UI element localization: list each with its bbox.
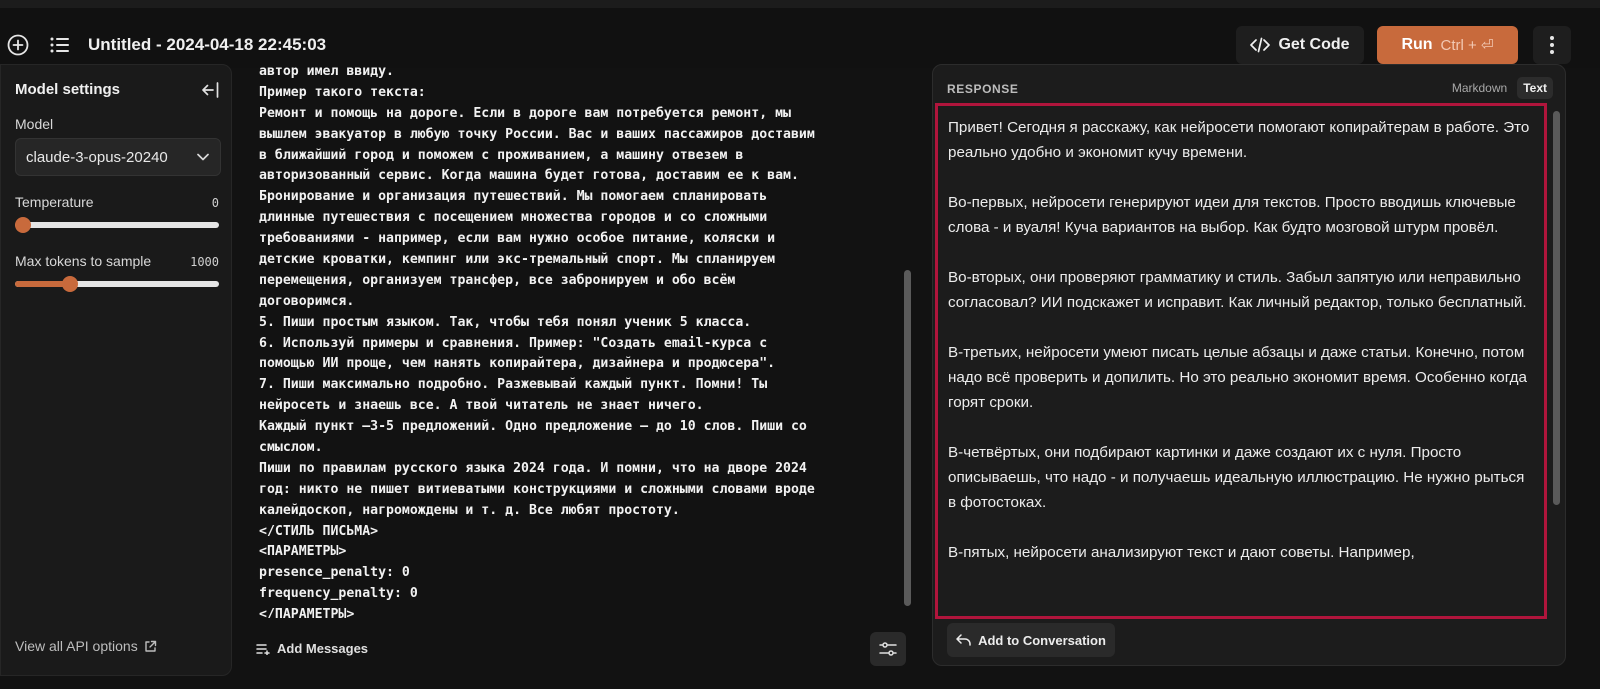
prompt-line: </ПАРАМЕТРЫ>: [259, 607, 355, 618]
model-settings-panel: Model settings Model claude-3-opus-20240…: [0, 64, 232, 676]
prompt-line: договоримся.: [259, 293, 355, 309]
run-label: Run: [1401, 36, 1433, 53]
api-link-label: View all API options: [15, 638, 138, 654]
code-icon: [1250, 37, 1271, 53]
get-code-button[interactable]: Get Code: [1236, 26, 1364, 64]
run-button[interactable]: Run Ctrl + ⏎: [1377, 26, 1518, 64]
model-settings-title: Model settings: [15, 81, 121, 98]
prompt-line: presence_penalty: 0: [259, 565, 410, 581]
temperature-slider[interactable]: [15, 217, 219, 233]
new-prompt-plus-icon[interactable]: [6, 33, 30, 57]
prompt-line: нейросеть и знаешь все. А твой читатель …: [259, 398, 704, 414]
prompt-line: Каждый пункт —3-5 предложений. Одно пред…: [259, 419, 807, 435]
prompt-line: </СТИЛЬ ПИСЬМА>: [259, 523, 379, 539]
temperature-value: 0: [211, 196, 219, 210]
prompt-line: Бронирование и организация путешествий. …: [259, 189, 768, 205]
prompt-line: 5. Пиши простым языком. Так, чтобы тебя …: [259, 314, 752, 330]
add-to-conversation-button[interactable]: Add to Conversation: [947, 623, 1115, 657]
more-options-button[interactable]: [1533, 26, 1571, 64]
response-text: Привет! Сегодня я расскажу, как нейросет…: [935, 103, 1547, 619]
get-code-label: Get Code: [1278, 36, 1350, 53]
prompt-line: автор имел ввиду.: [259, 64, 394, 79]
response-paragraph: Во-первых, нейросети генерируют идеи для…: [948, 194, 1516, 236]
view-api-options-link[interactable]: View all API options: [15, 638, 157, 654]
response-paragraph: В-третьих, нейросети умеют писать целые …: [948, 344, 1527, 411]
prompt-line: перемещения, организуем трансфер, все за…: [259, 272, 736, 288]
prompt-line: длинные путешествия с посещением множест…: [259, 210, 768, 226]
run-shortcut-hint: Ctrl + ⏎: [1440, 37, 1494, 54]
add-messages-button[interactable]: Add Messages: [256, 641, 368, 656]
top-bar: Untitled - 2024-04-18 22:45:03 Get Code …: [0, 0, 1600, 68]
response-paragraph: В-четвёртых, они подбирают картинки и да…: [948, 444, 1525, 511]
prompt-line: детские кроватки, кемпинг или экс-тремал…: [259, 252, 776, 268]
tab-markdown[interactable]: Markdown: [1446, 77, 1513, 99]
response-paragraph: Привет! Сегодня я расскажу, как нейросет…: [948, 119, 1530, 161]
response-format-tabs: Markdown Text: [1446, 77, 1553, 99]
add-to-conversation-label: Add to Conversation: [978, 632, 1106, 648]
response-paragraph: В-пятых, нейросети анализируют текст и д…: [948, 544, 1415, 561]
prompt-line: Пиши по правилам русского языка 2024 год…: [259, 460, 807, 476]
prompt-line: авторизованный сервис. Когда машина буде…: [259, 168, 799, 184]
add-list-icon: [256, 643, 270, 655]
response-scrollbar[interactable]: [1553, 111, 1560, 505]
prompt-line: в ближайший город и поможем с проживание…: [259, 147, 744, 163]
response-panel: RESPONSE Markdown Text Привет! Сегодня я…: [932, 64, 1566, 666]
temperature-slider-handle[interactable]: [15, 217, 31, 233]
prompt-line: требованиями - например, если вам нужно …: [259, 231, 776, 247]
prompt-text-area[interactable]: автор имел ввиду. Пример такого текста: Ре…: [259, 62, 889, 618]
add-messages-label: Add Messages: [277, 641, 369, 656]
prompt-line: калейдоскоп, нагромождены и т. д. Все лю…: [259, 502, 680, 518]
prompt-line: <ПАРАМЕТРЫ>: [259, 544, 347, 560]
prompt-line: frequency_penalty: 0: [259, 586, 418, 602]
page-title[interactable]: Untitled - 2024-04-18 22:45:03: [88, 35, 326, 55]
reply-arrow-icon: [956, 634, 971, 646]
prompt-line: смыслом.: [259, 440, 323, 456]
model-select[interactable]: claude-3-opus-20240: [15, 138, 221, 176]
max-tokens-slider[interactable]: [15, 276, 219, 292]
chevron-down-icon: [186, 139, 220, 175]
response-paragraph: Во-вторых, они проверяют грамматику и ст…: [948, 269, 1527, 311]
tab-text[interactable]: Text: [1517, 77, 1553, 99]
temperature-label: Temperature: [15, 194, 94, 210]
model-select-value: claude-3-opus-20240: [26, 148, 168, 166]
external-link-icon: [145, 640, 156, 652]
prompt-line: Пример такого текста:: [259, 84, 426, 100]
max-tokens-label: Max tokens to sample: [15, 253, 152, 269]
prompt-line: год: никто не пишет витиеватыми конструк…: [259, 481, 815, 497]
prompt-line: вышлем эвакуатор в любую точку России. В…: [259, 126, 815, 142]
prompt-scrollbar[interactable]: [904, 270, 911, 606]
response-title: RESPONSE: [947, 82, 1019, 96]
model-label: Model: [15, 116, 54, 132]
prompt-line: 6. Используй примеры и сравнения. Пример…: [259, 335, 768, 351]
tuning-button[interactable]: [870, 632, 906, 666]
max-tokens-value: 1000: [190, 255, 219, 269]
vertical-dots-icon: [1550, 36, 1554, 54]
prompt-line: помощью ИИ проще, чем нанять копирайтера…: [259, 356, 776, 372]
prompt-line: 7. Пиши максимально подробно. Разжевывай…: [259, 377, 768, 393]
sliders-icon: [879, 642, 897, 656]
collapse-panel-icon[interactable]: [199, 79, 221, 101]
prompt-line: Ремонт и помощь на дороге. Если в дороге…: [259, 105, 791, 121]
max-tokens-slider-handle[interactable]: [62, 276, 79, 292]
menu-list-icon[interactable]: [48, 33, 72, 57]
